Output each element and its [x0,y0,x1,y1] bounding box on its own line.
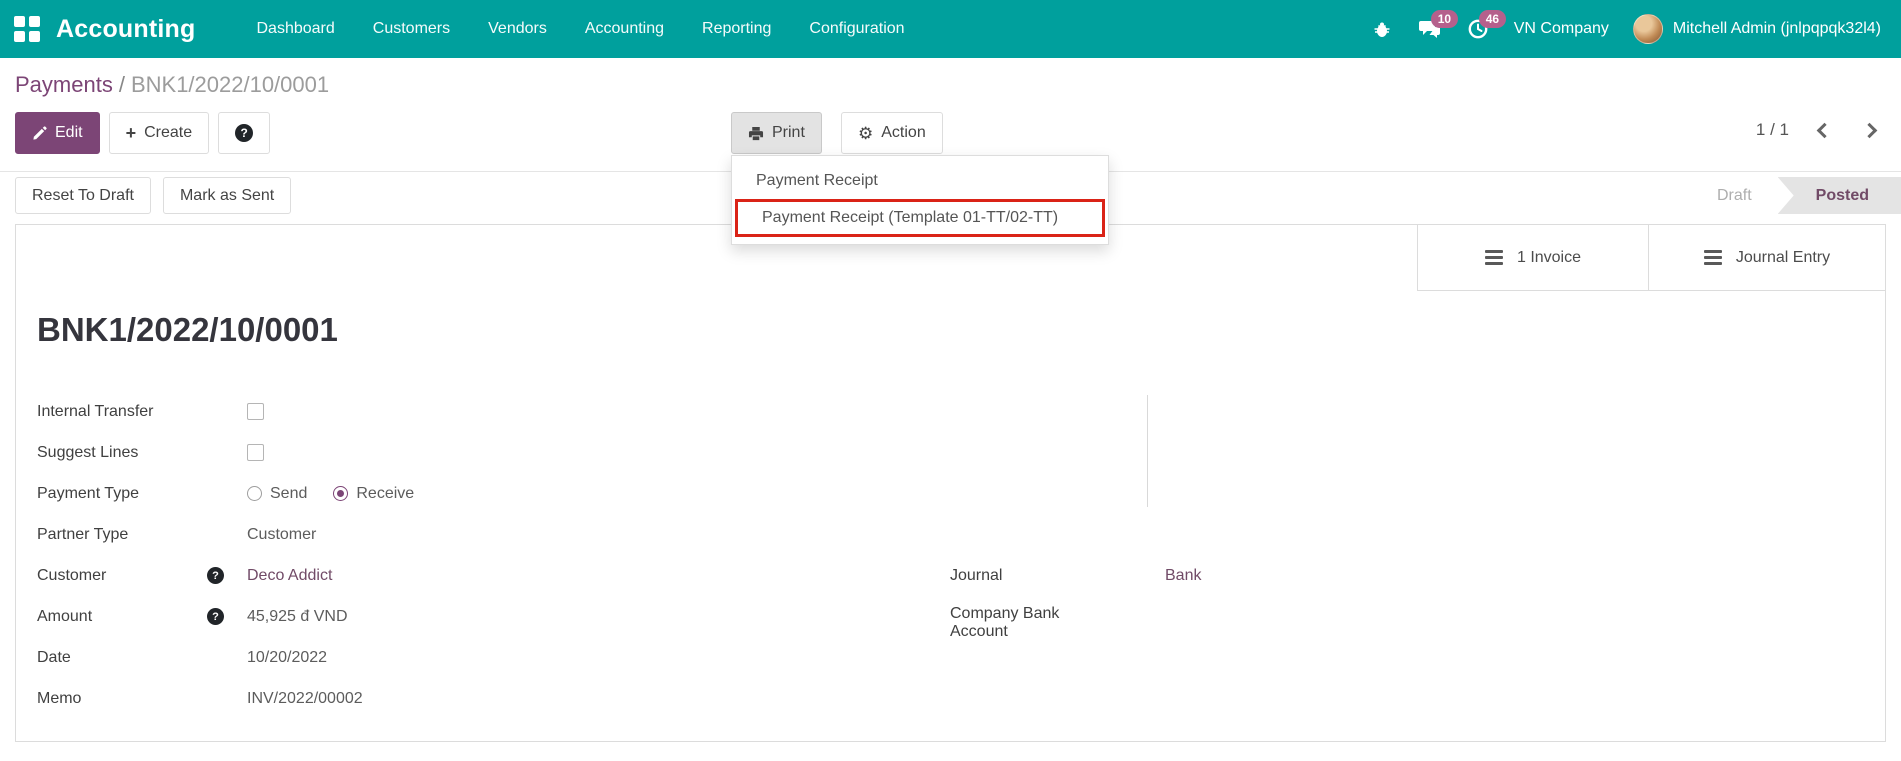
print-button[interactable]: Print [731,112,822,154]
field-label: Date [37,648,71,666]
navbar-right: 10 46 VN Company Mitchell Admin (jnlpqpq… [1370,10,1901,44]
breadcrumb-separator: / [118,72,125,97]
user-menu[interactable]: Mitchell Admin (jnlpqpqk32l4) [1632,14,1881,44]
field-row-company-bank-account: Company Bank Account [950,595,1650,651]
action-button-label: Action [881,124,926,141]
memo-value: INV/2022/00002 [247,689,363,707]
help-button[interactable]: ? [218,112,271,154]
menu-item-configuration[interactable]: Configuration [790,0,923,58]
user-avatar [1632,14,1663,44]
navbar: Accounting Dashboard Customers Vendors A… [0,0,1901,58]
printer-icon [748,126,764,140]
journal-entry-stat-label: Journal Entry [1735,248,1831,266]
help-icon[interactable]: ? [207,608,224,625]
menu-item-accounting[interactable]: Accounting [566,0,683,58]
mark-as-sent-button[interactable]: Mark as Sent [162,177,292,214]
field-row-memo: Memo INV/2022/00002 [37,678,797,719]
right-field-column: Journal Bank Company Bank Account [16,391,1887,640]
journal-entry-stat-button[interactable]: Journal Entry [1648,225,1885,291]
bars-icon [1703,247,1722,268]
menu-item-vendors[interactable]: Vendors [469,0,566,58]
breadcrumb-current: BNK1/2022/10/0001 [130,72,330,97]
page: Accounting Dashboard Customers Vendors A… [0,0,1901,761]
field-row-customer: Customer ? Deco Addict [37,555,797,596]
company-bank-account-value[interactable] [1110,595,1128,651]
question-circle-icon: ? [235,124,254,142]
messages-icon[interactable]: 10 [1418,10,1459,41]
statusbar: Draft Posted [1690,177,1901,214]
activities-badge: 46 [1478,10,1507,28]
apps-menu-icon[interactable] [14,16,40,42]
field-row-date: Date 10/20/2022 [37,637,797,678]
gear-icon: ⚙ [858,123,874,143]
help-icon[interactable]: ? [207,567,224,584]
reset-to-draft-button[interactable]: Reset To Draft [15,177,151,214]
statusbar-stage-draft[interactable]: Draft [1690,177,1778,214]
workflow-buttons: Reset To Draft Mark as Sent [15,177,292,214]
stat-buttons: 1 Invoice Journal Entry [1417,225,1885,291]
create-button-label: Create [144,124,193,141]
customer-link[interactable]: Deco Addict [247,567,332,585]
breadcrumb: Payments / BNK1/2022/10/0001 [15,72,329,98]
form-sheet: 1 Invoice Journal Entry BNK1/2022/10/000… [15,224,1886,742]
pager-next-icon[interactable] [1861,122,1878,138]
field-label: Memo [37,689,82,707]
menu-item-payment-receipt[interactable]: Payment Receipt [732,163,1108,199]
invoice-stat-label: 1 Invoice [1516,248,1582,266]
app-brand[interactable]: Accounting [56,15,196,44]
print-button-label: Print [772,124,805,141]
menu-item-payment-receipt-template[interactable]: Payment Receipt (Template 01-TT/02-TT) [735,199,1105,237]
invoice-stat-button[interactable]: 1 Invoice [1417,225,1648,291]
pager-previous-icon[interactable] [1816,122,1833,138]
company-switcher[interactable]: VN Company [1514,20,1609,38]
field-row-journal: Journal Bank [950,557,1650,595]
control-panel-buttons: Edit + Create ? [15,112,271,154]
pager-counter: 1 / 1 [1755,120,1789,139]
field-column-divider [1147,395,1148,507]
field-row-amount: Amount ? 45,925 đ VND [37,596,797,637]
edit-button[interactable]: Edit [15,112,100,154]
menu-item-dashboard[interactable]: Dashboard [238,0,354,58]
amount-value: 45,925 đ VND [247,607,348,625]
field-label: Journal [950,567,1003,584]
journal-link[interactable]: Bank [1147,557,1201,595]
messages-badge: 10 [1430,10,1459,28]
menu-item-customers[interactable]: Customers [354,0,469,58]
edit-button-label: Edit [55,124,83,141]
action-button[interactable]: ⚙ Action [841,112,943,154]
user-name: Mitchell Admin (jnlpqpqk32l4) [1672,20,1881,37]
bug-icon[interactable] [1370,17,1394,41]
statusbar-stage-posted: Posted [1777,177,1901,214]
field-label: Company Bank Account [950,605,1060,640]
navbar-left: Accounting Dashboard Customers Vendors A… [0,0,924,58]
activities-icon[interactable]: 46 [1466,10,1507,41]
bars-icon [1484,247,1503,268]
print-dropdown-menu: Payment Receipt Payment Receipt (Templat… [731,155,1109,245]
breadcrumb-payments-link[interactable]: Payments [15,72,113,97]
plus-icon: + [125,123,137,143]
pager: 1 / 1 [1755,120,1878,140]
date-value: 10/20/2022 [247,648,328,666]
record-title: BNK1/2022/10/0001 [37,311,338,348]
main-menu: Dashboard Customers Vendors Accounting R… [238,0,924,58]
create-button[interactable]: + Create [108,112,210,154]
menu-item-reporting[interactable]: Reporting [683,0,790,58]
pencil-icon [33,125,47,140]
